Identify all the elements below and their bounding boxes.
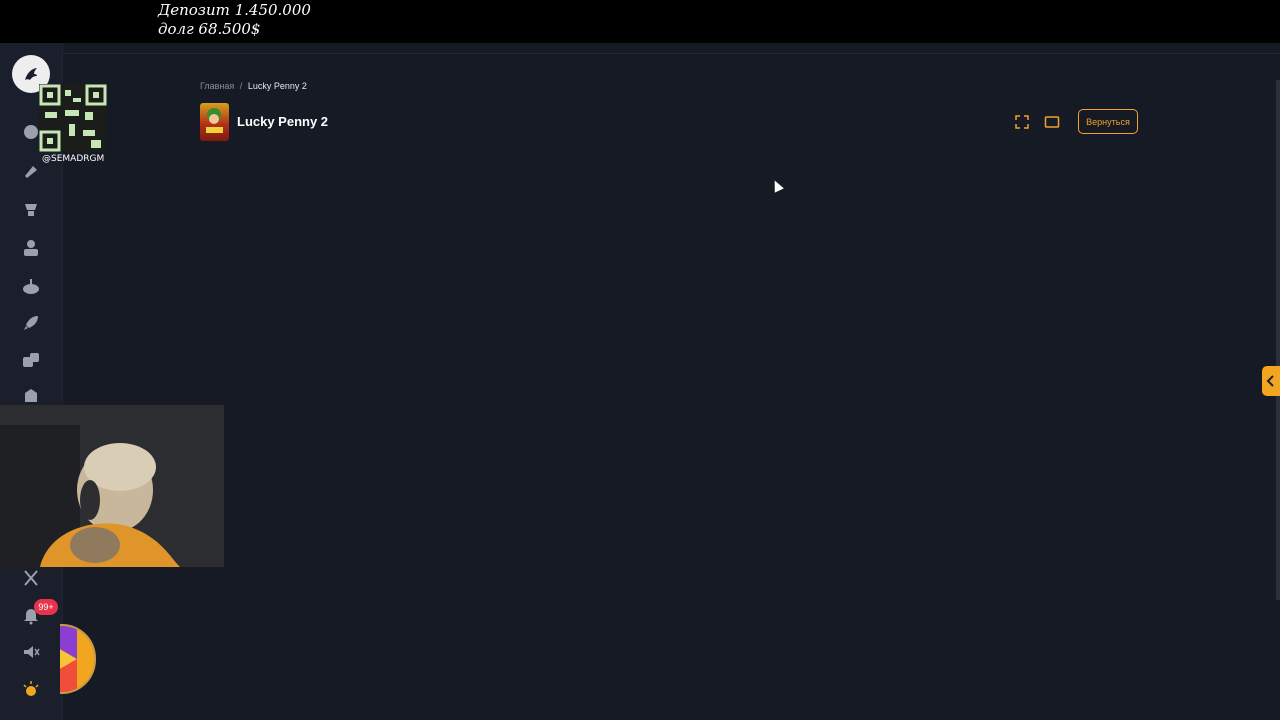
- joystick-icon[interactable]: [20, 275, 42, 297]
- dice-icon[interactable]: [20, 349, 42, 371]
- scrollbar[interactable]: [1276, 80, 1280, 600]
- sound-off-icon[interactable]: [20, 641, 42, 663]
- chevron-left-icon[interactable]: [1262, 366, 1280, 396]
- rocket-icon[interactable]: [20, 312, 42, 334]
- qr-code: [39, 84, 107, 152]
- breadcrumb-current: Lucky Penny 2: [247, 81, 307, 91]
- breadcrumb-separator: /: [239, 81, 243, 91]
- game-thumbnail: [200, 103, 229, 141]
- x-icon[interactable]: [20, 567, 42, 589]
- bonus-wheel-icon[interactable]: [60, 624, 96, 694]
- fullscreen-icon[interactable]: [1013, 113, 1031, 131]
- stream-overlay-bar: Депозит 1.450.000 долг 68.500$: [0, 0, 1280, 43]
- light-icon[interactable]: [20, 679, 42, 701]
- user-icon[interactable]: [20, 237, 42, 259]
- store-icon[interactable]: [20, 385, 42, 407]
- game-title: Lucky Penny 2: [237, 114, 329, 129]
- breadcrumb: Главная / Lucky Penny 2: [200, 81, 307, 91]
- deposit-text: Депозит 1.450.000: [158, 1, 311, 19]
- theater-mode-icon[interactable]: [1043, 113, 1061, 131]
- header-divider: [62, 53, 1280, 54]
- sports-icon[interactable]: [20, 161, 42, 183]
- tournament-icon[interactable]: [20, 199, 42, 221]
- back-button[interactable]: Вернуться: [1078, 109, 1138, 134]
- debt-text: долг 68.500$: [158, 20, 261, 38]
- notification-badge: 99+: [34, 599, 58, 615]
- webcam-overlay: [0, 405, 224, 567]
- qr-handle: @SEMADRGM: [42, 154, 105, 164]
- breadcrumb-home[interactable]: Главная: [200, 81, 234, 91]
- mouse-cursor-icon: [770, 178, 784, 193]
